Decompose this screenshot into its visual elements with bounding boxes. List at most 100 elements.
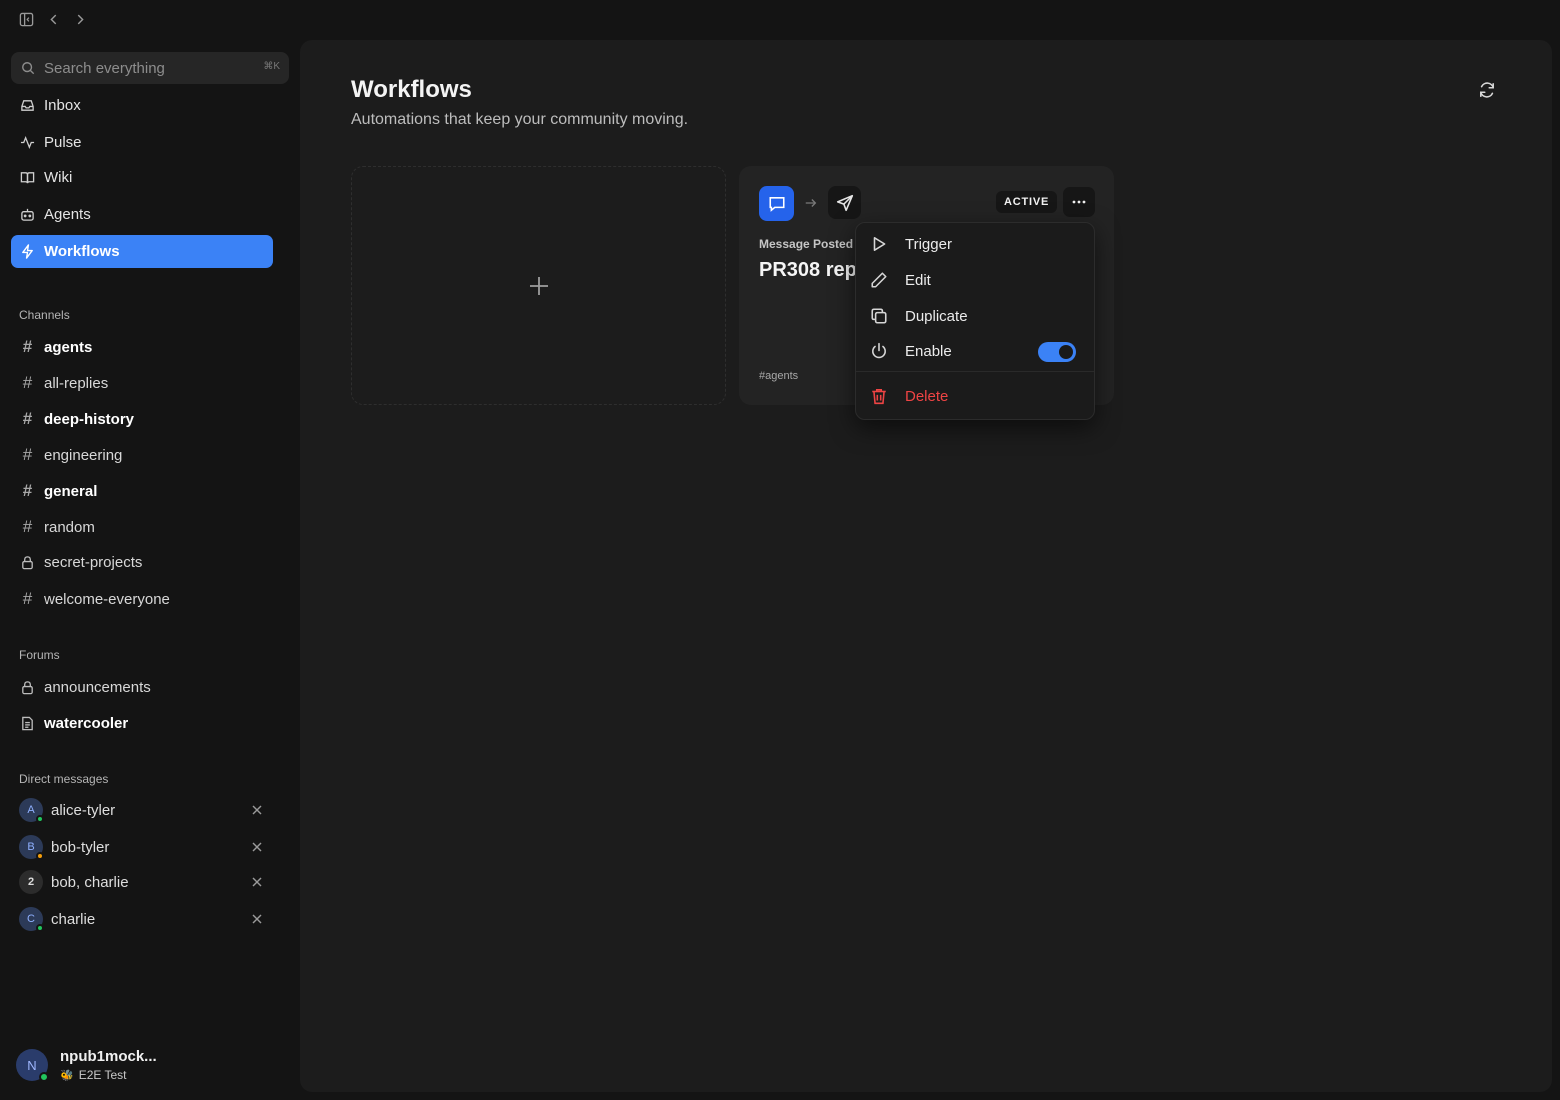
new-workflow-card[interactable]	[351, 166, 726, 405]
menu-item-trigger[interactable]: Trigger	[862, 228, 1088, 260]
user-name: npub1mock...	[60, 1048, 157, 1065]
enable-toggle[interactable]	[1038, 342, 1076, 362]
hash-icon: #	[22, 337, 33, 356]
pulse-icon	[20, 135, 35, 150]
forward-icon[interactable]	[73, 12, 87, 27]
send-icon	[828, 186, 861, 219]
menu-item-duplicate[interactable]: Duplicate	[862, 300, 1088, 332]
back-icon[interactable]	[47, 12, 61, 27]
top-bar	[0, 0, 300, 40]
sidebar: Search everything ⌘K Inbox Pulse Wiki Ag…	[0, 40, 300, 1100]
channel-label: agents	[44, 338, 93, 356]
lock-icon	[20, 555, 35, 570]
nav-item-inbox[interactable]: Inbox	[11, 89, 273, 122]
search-placeholder: Search everything	[44, 59, 165, 77]
menu-label: Enable	[905, 342, 952, 360]
menu-divider	[856, 371, 1094, 372]
user-status: 🐝 E2E Test	[60, 1068, 157, 1082]
status-badge: ACTIVE	[996, 191, 1058, 213]
channel-item-engineering[interactable]: # engineering	[11, 439, 273, 471]
channel-item-agents[interactable]: # agents	[11, 331, 273, 363]
more-button[interactable]	[1063, 187, 1095, 217]
channel-label: deep-history	[44, 410, 135, 428]
presence-dot	[36, 815, 44, 823]
channel-label: engineering	[44, 446, 123, 464]
channel-item-all-replies[interactable]: # all-replies	[11, 367, 273, 399]
close-icon[interactable]	[251, 876, 263, 888]
lock-icon	[20, 680, 35, 695]
dm-item-charlie[interactable]: C charlie	[11, 902, 273, 936]
play-icon	[870, 235, 888, 253]
workflow-channel: #agents	[759, 370, 799, 382]
close-icon[interactable]	[251, 913, 263, 925]
dms-heading: Direct messages	[19, 772, 109, 786]
nav-label: Wiki	[44, 169, 73, 186]
dm-label: charlie	[51, 910, 96, 928]
channel-label: secret-projects	[44, 553, 143, 571]
copy-icon	[870, 307, 888, 325]
avatar: C	[19, 907, 44, 932]
nav-label: Workflows	[44, 243, 120, 260]
menu-label: Duplicate	[905, 307, 968, 325]
close-icon[interactable]	[251, 804, 263, 816]
channel-item-general[interactable]: # general	[11, 475, 273, 507]
channel-label: random	[44, 518, 95, 536]
trash-icon	[870, 387, 888, 405]
menu-item-edit[interactable]: Edit	[862, 264, 1088, 296]
close-icon[interactable]	[251, 841, 263, 853]
hash-icon: #	[22, 481, 33, 500]
dm-item-bob-tyler[interactable]: B bob-tyler	[11, 830, 273, 864]
nav-item-wiki[interactable]: Wiki	[11, 161, 273, 194]
menu-label: Edit	[905, 271, 931, 289]
status-emoji: 🐝	[60, 1069, 74, 1082]
nav-item-pulse[interactable]: Pulse	[11, 126, 273, 159]
document-icon	[20, 716, 35, 731]
hash-icon: #	[22, 409, 33, 428]
menu-item-enable[interactable]: Enable	[862, 335, 1088, 367]
nav-item-agents[interactable]: Agents	[11, 198, 273, 231]
menu-item-delete[interactable]: Delete	[862, 380, 1088, 412]
toggle-knob	[1059, 345, 1073, 359]
sidebar-toggle-icon[interactable]	[19, 12, 34, 27]
forum-item-watercooler[interactable]: watercooler	[11, 707, 273, 739]
channel-label: general	[44, 482, 98, 500]
channel-label: welcome-everyone	[44, 590, 170, 608]
main-panel: Workflows Automations that keep your com…	[300, 40, 1552, 1092]
power-icon	[870, 342, 888, 360]
presence-dot	[36, 924, 44, 932]
channel-item-random[interactable]: # random	[11, 511, 273, 543]
hash-icon: #	[22, 517, 33, 536]
avatar: B	[19, 835, 44, 860]
page-title: Workflows	[351, 76, 472, 103]
dm-label: bob, charlie	[51, 873, 129, 891]
avatar: N	[16, 1049, 49, 1082]
workflow-context-menu: Trigger Edit Duplicate Enable Delete	[855, 222, 1095, 420]
hash-icon: #	[22, 373, 33, 392]
channel-item-deep-history[interactable]: # deep-history	[11, 403, 273, 435]
nav-label: Agents	[44, 206, 91, 223]
dm-item-alice-tyler[interactable]: A alice-tyler	[11, 793, 273, 827]
nav-label: Pulse	[44, 134, 82, 151]
channel-item-secret-projects[interactable]: secret-projects	[11, 546, 273, 578]
trigger-label: Message Posted	[759, 237, 854, 251]
forum-label: watercooler	[44, 714, 129, 732]
refresh-icon[interactable]	[1478, 81, 1496, 99]
inbox-icon	[20, 98, 35, 113]
search-input[interactable]: Search everything ⌘K	[11, 52, 289, 84]
hash-icon: #	[22, 445, 33, 464]
forums-heading: Forums	[19, 648, 60, 662]
arrow-right-icon	[804, 196, 818, 210]
pencil-icon	[870, 271, 888, 289]
channels-heading: Channels	[19, 308, 70, 322]
avatar: 2	[19, 870, 43, 894]
plus-icon	[528, 275, 550, 297]
channel-item-welcome-everyone[interactable]: # welcome-everyone	[11, 583, 273, 615]
nav-item-workflows[interactable]: Workflows	[11, 235, 273, 268]
user-profile[interactable]: N npub1mock... 🐝 E2E Test	[16, 1048, 157, 1082]
forum-label: announcements	[44, 678, 151, 696]
search-shortcut: ⌘K	[263, 61, 280, 72]
dm-item-bob-charlie[interactable]: 2 bob, charlie	[11, 865, 273, 899]
page-subtitle: Automations that keep your community mov…	[351, 111, 689, 128]
forum-item-announcements[interactable]: announcements	[11, 671, 273, 703]
dm-label: alice-tyler	[51, 801, 116, 819]
